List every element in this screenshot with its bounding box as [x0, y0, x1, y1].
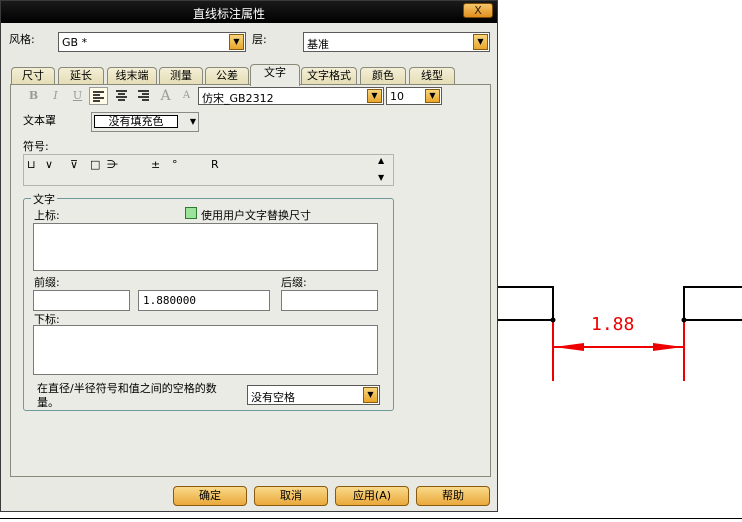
- ok-button[interactable]: 确定: [173, 486, 247, 506]
- bold-button[interactable]: B: [24, 87, 43, 105]
- style-select[interactable]: GB * ▼: [58, 32, 246, 52]
- symbol-degree[interactable]: °: [172, 158, 178, 171]
- tab-text[interactable]: 文字: [250, 64, 300, 86]
- align-center-button[interactable]: [112, 87, 131, 105]
- upper-text-field[interactable]: [33, 223, 378, 271]
- tab-measure[interactable]: 测量: [159, 67, 203, 85]
- help-button[interactable]: 帮助: [416, 486, 490, 506]
- align-right-button[interactable]: [134, 87, 153, 105]
- layer-select-value: 基准: [307, 38, 329, 51]
- symbol-square[interactable]: □: [90, 158, 100, 171]
- tab-text-format[interactable]: 文字格式: [301, 67, 357, 85]
- close-button[interactable]: X: [463, 3, 493, 18]
- title-bar[interactable]: 直线标注属性 X: [1, 1, 497, 23]
- frame-fill-select[interactable]: 没有填充色 ▼: [91, 112, 199, 132]
- dimension-text[interactable]: 1.88: [591, 314, 634, 335]
- symbol-countersink[interactable]: ∨: [45, 158, 53, 171]
- symbol-radius[interactable]: R: [211, 158, 219, 171]
- spacing-select[interactable]: 没有空格 ▼: [247, 385, 380, 405]
- font-size-select[interactable]: 10 ▼: [386, 87, 442, 105]
- style-select-value: GB *: [62, 36, 88, 49]
- text-group-title: 文字: [31, 191, 57, 207]
- tab-extension[interactable]: 延长: [58, 67, 104, 85]
- symbol-plus-minus[interactable]: ±: [151, 158, 160, 171]
- scroll-up-icon[interactable]: ▲: [378, 156, 384, 165]
- suffix-field[interactable]: [281, 290, 378, 311]
- font-select-value: 仿宋_GB2312: [202, 92, 274, 105]
- apply-button[interactable]: 应用(A): [335, 486, 409, 506]
- align-center-icon: [116, 90, 127, 101]
- align-right-icon: [138, 90, 149, 101]
- tab-tolerance[interactable]: 公差: [205, 67, 249, 85]
- replace-text-label: 使用用户文字替换尺寸: [201, 209, 311, 222]
- prefix-field[interactable]: [33, 290, 130, 311]
- canvas-border: [0, 518, 742, 519]
- symbol-slope[interactable]: ⋺: [107, 158, 118, 171]
- spacing-label-line1: 在直径/半径符号和值之间的空格的数: [37, 382, 217, 395]
- symbols-label: 符号:: [23, 140, 49, 153]
- tab-linetype[interactable]: 线型: [409, 67, 455, 85]
- frame-label: 文本罩: [23, 114, 56, 127]
- dimension-value-field[interactable]: 1.880000: [138, 290, 270, 311]
- lower-text-field[interactable]: [33, 325, 378, 375]
- layer-select[interactable]: 基准 ▼: [303, 32, 490, 52]
- symbol-list: [23, 154, 394, 186]
- tab-color[interactable]: 颜色: [360, 67, 406, 85]
- suffix-label: 后缀:: [281, 276, 307, 289]
- tab-line-end[interactable]: 线末端: [107, 67, 157, 85]
- chevron-down-icon[interactable]: ▼: [367, 89, 382, 103]
- frame-fill-value: 没有填充色: [94, 115, 178, 128]
- dimension-properties-dialog: 直线标注属性 X 风格: GB * ▼ 层: 基准 ▼ 尺寸 延长 线末端 测量…: [0, 0, 498, 512]
- scroll-down-icon[interactable]: ▼: [378, 173, 384, 182]
- tab-size[interactable]: 尺寸: [11, 67, 55, 85]
- style-label: 风格:: [9, 33, 35, 46]
- prefix-label: 前缀:: [34, 276, 60, 289]
- spacing-label-line2: 量。: [37, 396, 59, 409]
- italic-button[interactable]: I: [46, 87, 65, 105]
- symbol-depth[interactable]: ⊽: [70, 158, 78, 171]
- chevron-down-icon[interactable]: ▼: [425, 89, 440, 103]
- font-size-decrease-icon[interactable]: A: [177, 87, 196, 105]
- font-size-select-value: 10: [390, 90, 404, 103]
- align-left-button[interactable]: [89, 87, 108, 105]
- chevron-down-icon[interactable]: ▼: [363, 387, 378, 403]
- align-left-icon: [93, 91, 104, 102]
- cancel-button[interactable]: 取消: [254, 486, 328, 506]
- chevron-down-icon[interactable]: ▼: [473, 34, 488, 50]
- endpoint-marker: [681, 317, 687, 323]
- dimension-value-text: 1.880000: [143, 294, 196, 307]
- font-size-increase-icon[interactable]: A: [156, 87, 175, 105]
- endpoint-marker: [550, 317, 556, 323]
- underline-button[interactable]: U: [68, 87, 87, 105]
- dimension-line: [554, 343, 683, 351]
- upper-label: 上标:: [34, 209, 60, 222]
- dialog-title: 直线标注属性: [192, 7, 265, 21]
- font-select[interactable]: 仿宋_GB2312 ▼: [198, 87, 384, 105]
- symbol-counterbore[interactable]: ⊔: [27, 158, 36, 171]
- chevron-down-icon[interactable]: ▼: [190, 117, 196, 126]
- layer-label: 层:: [252, 33, 267, 46]
- replace-text-checkbox[interactable]: [185, 207, 197, 219]
- spacing-select-value: 没有空格: [251, 391, 295, 404]
- chevron-down-icon[interactable]: ▼: [229, 34, 244, 50]
